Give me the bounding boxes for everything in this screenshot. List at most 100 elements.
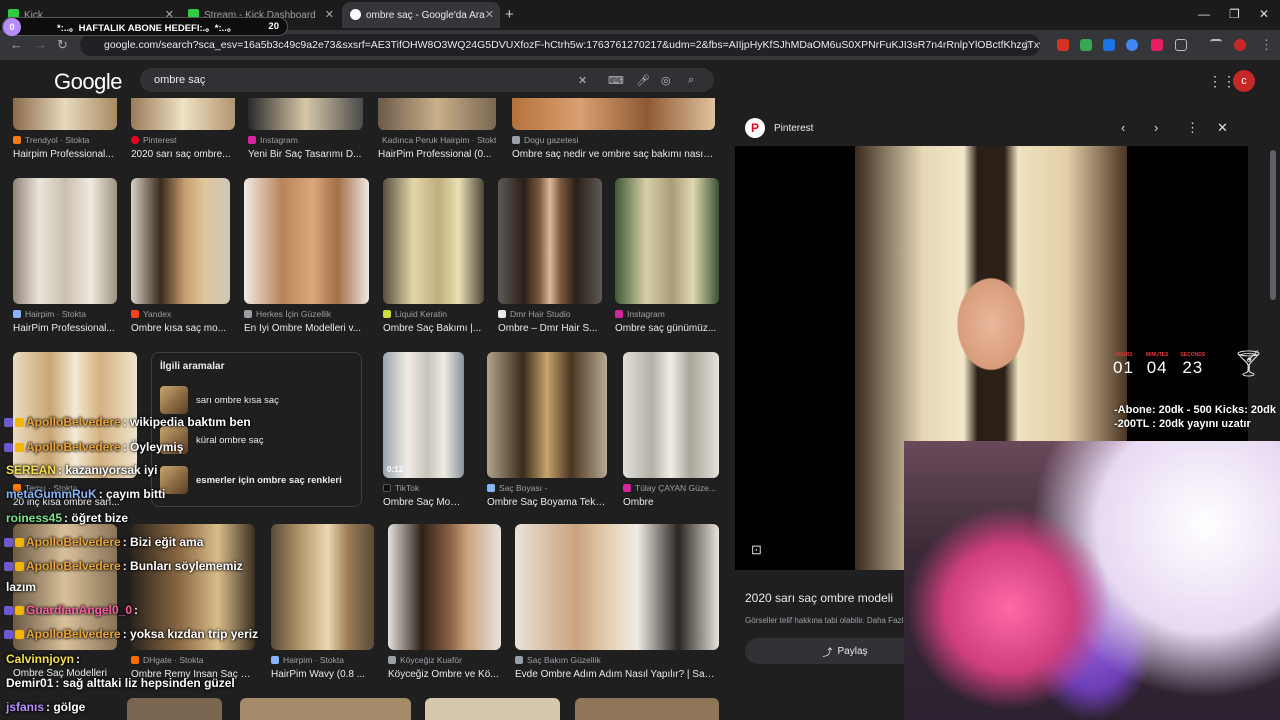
lens-icon[interactable]: ⊡ bbox=[751, 542, 762, 558]
profile-icon[interactable] bbox=[1234, 39, 1246, 51]
result-title: HairPim Professional... bbox=[13, 323, 115, 334]
chat-username[interactable]: ApolloBelvedere bbox=[26, 440, 121, 454]
info-line: -200TL : 20dk yayını uzatır bbox=[1114, 418, 1251, 430]
image-result[interactable]: Köyceğiz Kuaför Köyceğiz Ombre ve Kö... bbox=[388, 524, 501, 680]
result-thumbnail bbox=[425, 698, 560, 720]
chat-username[interactable]: GuardianAngel0_0 bbox=[26, 603, 132, 617]
google-logo[interactable]: Google bbox=[54, 69, 122, 95]
shield-extension-icon[interactable] bbox=[1080, 39, 1092, 51]
chat-text: : Bizi eğit ama bbox=[122, 535, 204, 549]
result-thumbnail bbox=[383, 178, 484, 304]
chat-text: : yoksa kızdan trip yeriz bbox=[122, 627, 259, 641]
chat-text: : Öyleymiş bbox=[122, 440, 184, 454]
previous-icon[interactable]: ‹ bbox=[1121, 120, 1125, 135]
scrollbar[interactable] bbox=[1270, 150, 1276, 300]
chat-badge-icon bbox=[4, 443, 13, 452]
chat-username[interactable]: ApolloBelvedere bbox=[26, 627, 121, 641]
extension-icon[interactable] bbox=[1151, 39, 1163, 51]
reload-icon[interactable]: ↻ bbox=[57, 37, 68, 53]
image-result[interactable] bbox=[425, 698, 560, 720]
result-title: Ombre Saç Bakımı |... bbox=[383, 323, 482, 334]
extension-icon[interactable] bbox=[1103, 39, 1115, 51]
address-bar[interactable]: google.com/search?sca_esv=16a5b3c49c9a2e… bbox=[80, 34, 1040, 56]
clear-icon[interactable]: ✕ bbox=[578, 74, 587, 87]
result-title: Ombre bbox=[623, 497, 654, 508]
image-result[interactable]: Saç Boyası - Ombre Saç Boyama Tekn... bbox=[487, 352, 607, 508]
image-result[interactable]: Trendyol · Stokta Hairpim Professional..… bbox=[13, 98, 117, 160]
result-title: Yeni Bir Saç Tasarımı D... bbox=[248, 149, 362, 160]
chat-username[interactable]: ApolloBelvedere bbox=[26, 535, 121, 549]
result-title: HairPim Professional (0... bbox=[378, 149, 492, 160]
image-result[interactable]: Dogu gazetesi Ombre saç nedir ve ombre s… bbox=[512, 98, 715, 160]
chat-badge-icon bbox=[15, 562, 24, 571]
image-result[interactable]: Liquid Keratin Ombre Saç Bakımı |... bbox=[383, 178, 484, 334]
chat-badge-icon bbox=[15, 630, 24, 639]
image-result[interactable]: Dmr Hair Studio Ombre – Dmr Hair S... bbox=[498, 178, 602, 334]
result-source: Köyceğiz Kuaför bbox=[388, 655, 501, 665]
menu-icon[interactable]: ⋮ bbox=[1260, 37, 1273, 53]
search-icon[interactable]: ⌕ bbox=[688, 74, 694, 87]
chat-message: ApolloBelvedere: Öyleymiş bbox=[4, 440, 183, 454]
image-result[interactable]: Instagram Ombre saç günümüz... bbox=[615, 178, 719, 334]
chat-badge-icon bbox=[15, 606, 24, 615]
webcam-overlay bbox=[904, 441, 1280, 720]
result-thumbnail bbox=[244, 178, 369, 304]
close-tab-icon[interactable]: ✕ bbox=[325, 8, 334, 21]
close-tab-icon[interactable]: ✕ bbox=[485, 8, 494, 21]
tab-label: ombre saç - Google'da Ara bbox=[366, 9, 485, 21]
image-result[interactable]: Kadınca Peruk Hairpim · Stokta HairPim P… bbox=[378, 98, 496, 160]
extension-icon[interactable] bbox=[1126, 39, 1138, 51]
result-thumbnail bbox=[575, 698, 719, 720]
timer-seconds: 23 bbox=[1182, 358, 1204, 377]
forward-icon[interactable]: → bbox=[34, 37, 47, 52]
preview-source[interactable]: P Pinterest bbox=[745, 118, 813, 138]
image-result[interactable]: Pinterest 2020 sarı saç ombre... bbox=[131, 98, 235, 160]
preview-title[interactable]: 2020 sarı saç ombre modeli bbox=[745, 591, 893, 605]
bookmark-star-icon[interactable]: ☆ bbox=[1021, 37, 1032, 51]
chat-username[interactable]: roiness45 bbox=[6, 511, 62, 525]
image-result[interactable]: Saç Bakım Güzellik Evde Ombre Adım Adım … bbox=[515, 524, 719, 680]
more-options-icon[interactable]: ⋮ bbox=[1186, 120, 1199, 136]
restore-button[interactable]: ❐ bbox=[1229, 7, 1240, 21]
avatar[interactable]: c bbox=[1233, 70, 1255, 92]
image-result[interactable]: Yandex Ombre kısa saç mo... bbox=[131, 178, 230, 334]
close-window-button[interactable]: ✕ bbox=[1259, 7, 1269, 21]
result-title: 2020 sarı saç ombre... bbox=[131, 149, 231, 160]
search-input[interactable]: ombre saç ✕ ⌨ 🎤︎ ◎ ⌕ bbox=[140, 68, 714, 92]
image-result[interactable] bbox=[575, 698, 719, 720]
info-line: -Abone: 20dk - 500 Kicks: 20dk bbox=[1114, 404, 1277, 416]
chat-username[interactable]: SEREAN bbox=[6, 463, 56, 477]
extension-icon[interactable] bbox=[1057, 39, 1069, 51]
chat-username[interactable]: ApolloBelvedere bbox=[26, 415, 121, 429]
result-thumbnail bbox=[13, 178, 117, 304]
microphone-icon[interactable]: 🎤︎ bbox=[636, 74, 650, 87]
chat-username[interactable]: Demir01 bbox=[6, 676, 53, 690]
chat-overlay: ApolloBelvedere: wikipedia baktım ben Apo… bbox=[0, 410, 300, 720]
image-result[interactable]: 0:12 TikTok Ombre Saç Modell... bbox=[383, 352, 464, 508]
image-result[interactable]: Herkes İçin Güzellik En İyi Ombre Modell… bbox=[244, 178, 369, 334]
minimize-button[interactable]: — bbox=[1198, 7, 1210, 21]
new-tab-button[interactable]: + bbox=[505, 6, 514, 23]
chat-username[interactable]: metaGummRuK bbox=[6, 487, 97, 501]
next-icon[interactable]: › bbox=[1154, 120, 1158, 135]
keyboard-icon[interactable]: ⌨ bbox=[608, 74, 624, 87]
close-icon[interactable]: ✕ bbox=[1217, 120, 1228, 136]
chat-username[interactable]: jsfanıs bbox=[6, 700, 44, 714]
tab-google-search[interactable]: ombre saç - Google'da Ara ✕ bbox=[342, 2, 500, 28]
stream-extension-info: -Abone: 20dk - 500 Kicks: 20dk -200TL : … bbox=[1114, 403, 1276, 431]
chat-username[interactable]: Calvinnjoyn bbox=[6, 652, 74, 666]
media-icon[interactable] bbox=[1210, 39, 1222, 51]
result-title: Ombre Saç Boyama Tekn... bbox=[487, 497, 607, 508]
image-result[interactable]: Instagram Yeni Bir Saç Tasarımı D... bbox=[248, 98, 363, 160]
result-title: En İyi Ombre Modelleri v... bbox=[244, 323, 362, 334]
image-result[interactable]: Tülay ÇAYAN Güze... Ombre bbox=[623, 352, 719, 508]
search-query: ombre saç bbox=[154, 74, 206, 86]
chat-username[interactable]: ApolloBelvedere bbox=[26, 559, 121, 573]
puzzle-icon[interactable] bbox=[1175, 39, 1187, 51]
image-result[interactable]: Hairpim · Stokta HairPim Professional... bbox=[13, 178, 117, 334]
chat-message: Calvinnjoyn: bbox=[6, 652, 80, 666]
back-icon[interactable]: ← bbox=[10, 37, 23, 52]
chat-message: ApolloBelvedere: yoksa kızdan trip yeriz bbox=[4, 627, 258, 641]
chat-text: : çayım bitti bbox=[98, 487, 166, 501]
camera-icon[interactable]: ◎ bbox=[661, 74, 671, 87]
